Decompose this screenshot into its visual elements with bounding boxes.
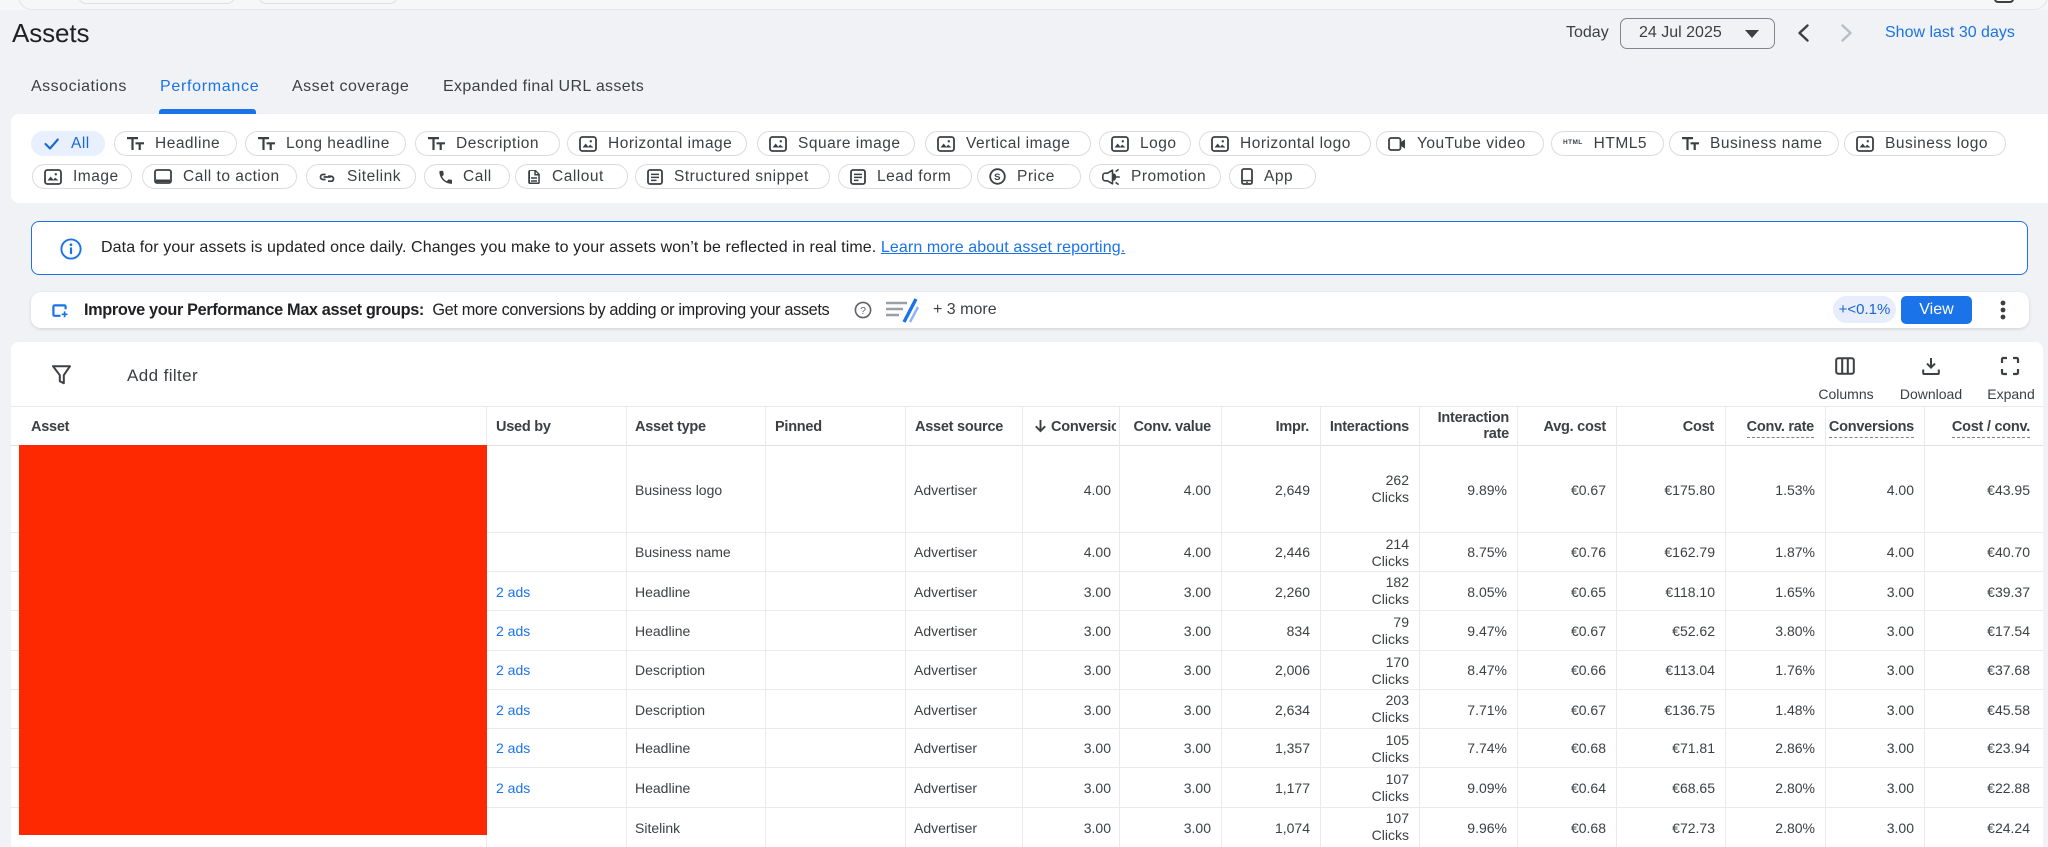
svg-text:?: ?: [860, 305, 866, 317]
svg-text:S: S: [994, 172, 1001, 183]
